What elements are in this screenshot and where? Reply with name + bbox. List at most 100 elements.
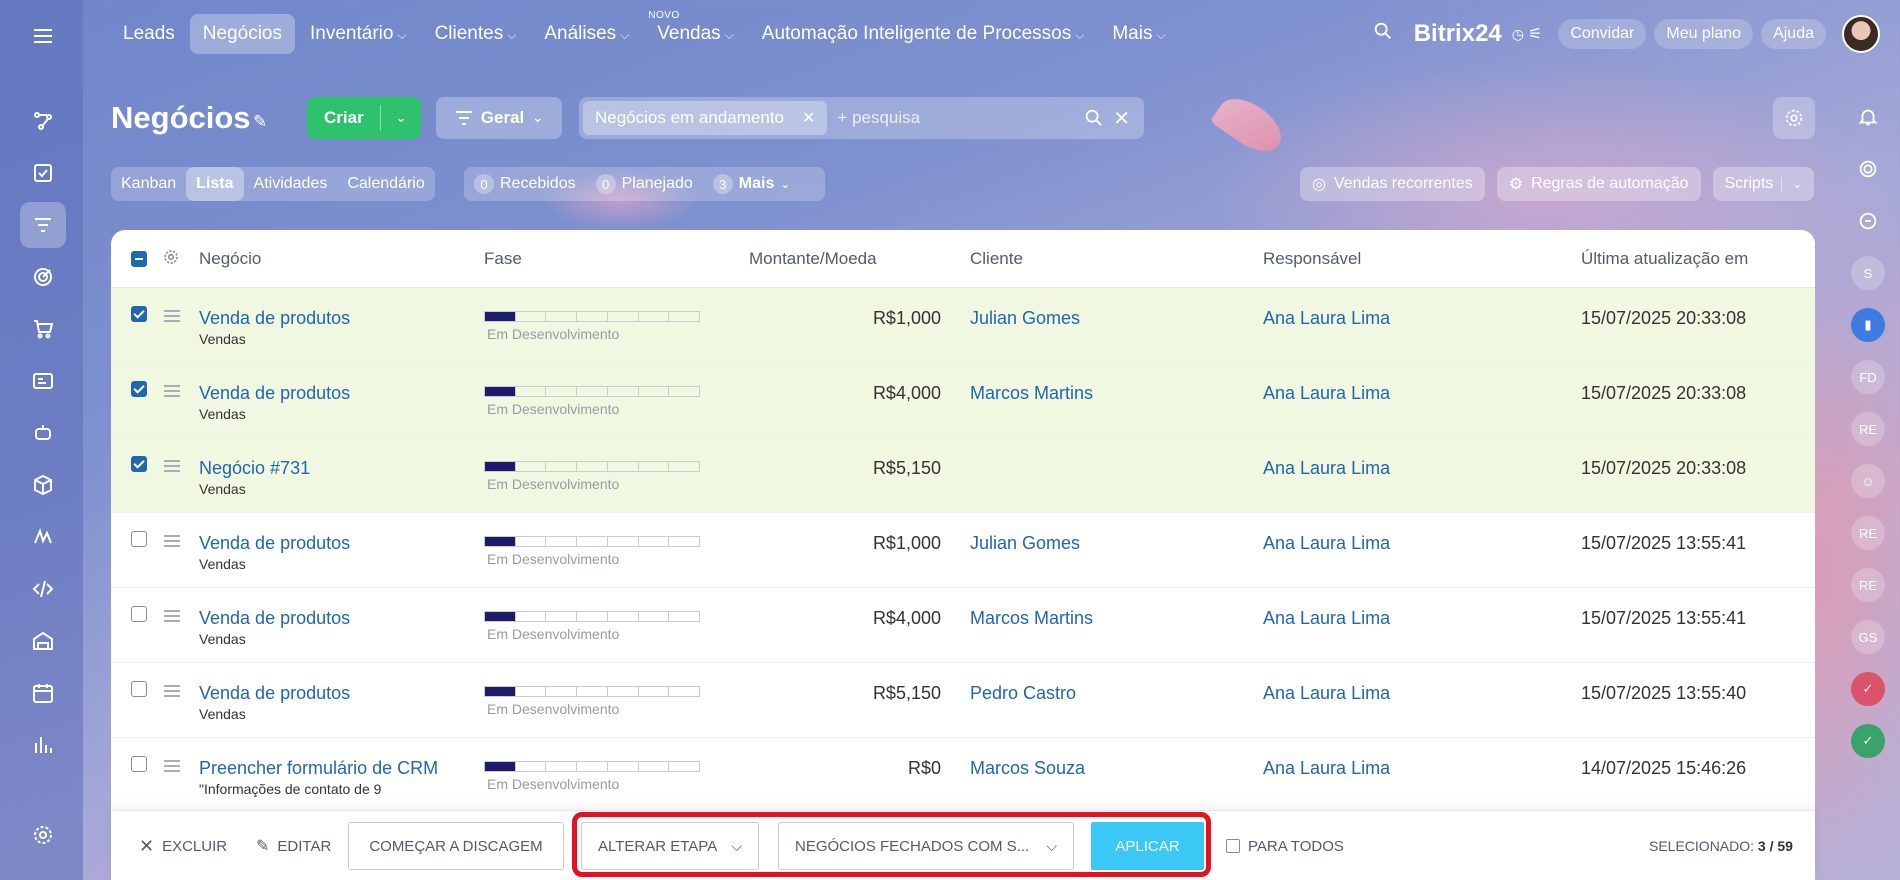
drag-handle-icon[interactable] — [164, 610, 180, 622]
create-button[interactable]: Criar ⌄ — [307, 97, 421, 139]
deal-title-link[interactable]: Venda de produtos — [199, 608, 350, 629]
tab-atividades[interactable]: Atividades — [244, 167, 338, 201]
filter-search-box[interactable]: Negócios em andamento ✕ + pesquisa ✕ — [579, 97, 1144, 139]
filter-chip[interactable]: Negócios em andamento ✕ — [583, 101, 828, 135]
gear-icon[interactable] — [20, 812, 66, 858]
my-plan-button[interactable]: Meu plano — [1654, 19, 1754, 49]
nav-mais[interactable]: Mais ⌵ — [1099, 14, 1178, 54]
client-link[interactable]: Pedro Castro — [970, 683, 1076, 704]
rail-avatar-fd[interactable]: FD — [1851, 360, 1885, 394]
stage-progress[interactable] — [484, 536, 700, 547]
drag-handle-icon[interactable] — [164, 460, 180, 472]
rail-avatar-bot[interactable]: ☺ — [1851, 464, 1885, 498]
stage-progress[interactable] — [484, 686, 700, 697]
row-checkbox[interactable] — [131, 456, 147, 472]
clock-icon[interactable]: ◷ — [1512, 26, 1524, 43]
client-link[interactable]: Julian Gomes — [970, 533, 1080, 554]
search-icon[interactable] — [1083, 107, 1105, 129]
nav-inventario[interactable]: Inventário ⌵ — [297, 14, 420, 54]
chat-icon[interactable] — [1851, 204, 1885, 238]
table-row[interactable]: Venda de produtos Vendas Em Desenvolviment… — [111, 363, 1815, 438]
responsible-link[interactable]: Ana Laura Lima — [1263, 383, 1390, 404]
sliders-icon[interactable]: ⚟ — [1528, 24, 1542, 44]
chart-icon[interactable] — [20, 722, 66, 768]
drag-handle-icon[interactable] — [164, 310, 180, 322]
table-row[interactable]: Preencher formulário de CRM "Informações … — [111, 738, 1815, 810]
gear-icon[interactable] — [162, 248, 180, 271]
edit-button[interactable]: ✎ EDITAR — [256, 811, 331, 880]
nav-leads[interactable]: Leads — [110, 14, 188, 54]
stage-progress[interactable] — [484, 611, 700, 622]
row-checkbox[interactable] — [131, 531, 147, 547]
rail-avatar-re-2[interactable]: RE — [1851, 516, 1885, 550]
contact-card-icon[interactable] — [20, 358, 66, 404]
rail-avatar-s[interactable]: S — [1851, 256, 1885, 290]
table-row[interactable]: Negócio #731 Vendas Em Desenvolvimento R$5,… — [111, 438, 1815, 513]
checkbox[interactable] — [1226, 839, 1240, 853]
counter-mais[interactable]: 3 Mais ⌄ — [712, 174, 790, 194]
drag-handle-icon[interactable] — [164, 535, 180, 547]
tab-lista[interactable]: Lista — [186, 167, 244, 201]
tab-calendario[interactable]: Calendário — [337, 167, 434, 201]
delete-button[interactable]: ✕ EXCLUIR — [139, 811, 227, 880]
table-row[interactable]: Venda de produtos Vendas Em Desenvolviment… — [111, 663, 1815, 738]
nav-vendas[interactable]: NOVO Vendas ⌵ — [644, 10, 747, 54]
responsible-link[interactable]: Ana Laura Lima — [1263, 683, 1390, 704]
calendar-check-icon[interactable]: ✓ — [1851, 672, 1885, 706]
rail-avatar-re-3[interactable]: RE — [1851, 568, 1885, 602]
nav-automacao[interactable]: Automação Inteligente de Processos ⌵ — [749, 14, 1098, 54]
bell-icon[interactable] — [1851, 100, 1885, 134]
pin-icon[interactable]: ✎ — [253, 112, 267, 132]
box-icon[interactable] — [20, 462, 66, 508]
nav-analises[interactable]: Análises ⌵ — [531, 14, 642, 54]
row-checkbox[interactable] — [131, 606, 147, 622]
client-link[interactable]: Julian Gomes — [970, 308, 1080, 329]
responsible-link[interactable]: Ana Laura Lima — [1263, 533, 1390, 554]
robot-icon[interactable] — [20, 410, 66, 456]
column-header-responsible[interactable]: Responsável — [1263, 230, 1361, 288]
client-link[interactable]: Marcos Martins — [970, 608, 1093, 629]
table-row[interactable]: Venda de produtos Vendas Em Desenvolviment… — [111, 288, 1815, 363]
for-all-checkbox[interactable]: PARA TODOS — [1226, 811, 1344, 880]
stage-progress[interactable] — [484, 461, 700, 472]
stage-progress[interactable] — [484, 386, 700, 397]
calendar-icon[interactable] — [20, 670, 66, 716]
check-icon[interactable]: ✓ — [1851, 724, 1885, 758]
deal-title-link[interactable]: Preencher formulário de CRM — [199, 758, 438, 779]
column-header-deal[interactable]: Negócio — [199, 230, 261, 288]
row-checkbox[interactable] — [131, 306, 147, 322]
responsible-link[interactable]: Ana Laura Lima — [1263, 608, 1390, 629]
deal-title-link[interactable]: Negócio #731 — [199, 458, 310, 479]
counter-planejado[interactable]: 0 Planejado — [595, 174, 693, 194]
nav-clientes[interactable]: Clientes ⌵ — [422, 14, 530, 54]
client-link[interactable]: Marcos Martins — [970, 383, 1093, 404]
column-header-stage[interactable]: Fase — [484, 230, 522, 288]
nav-negocios[interactable]: Negócios — [189, 14, 295, 54]
column-header-updated[interactable]: Última atualização em — [1581, 230, 1748, 288]
row-checkbox[interactable] — [131, 381, 147, 397]
deal-title-link[interactable]: Venda de produtos — [199, 383, 350, 404]
tab-kanban[interactable]: Kanban — [111, 167, 186, 201]
rail-avatar-gs[interactable]: GS — [1851, 620, 1885, 654]
responsible-link[interactable]: Ana Laura Lima — [1263, 308, 1390, 329]
search-icon[interactable] — [1372, 20, 1394, 48]
cart-icon[interactable] — [20, 306, 66, 352]
client-link[interactable]: Marcos Souza — [970, 758, 1085, 779]
deal-title-link[interactable]: Venda de produtos — [199, 683, 350, 704]
chevron-down-icon[interactable]: ⌄ — [381, 110, 421, 126]
invite-button[interactable]: Convidar — [1558, 19, 1647, 49]
stage-progress[interactable] — [484, 311, 700, 322]
start-dialing-button[interactable]: COMEÇAR A DISCAGEM — [348, 822, 564, 870]
tasks-icon[interactable] — [20, 150, 66, 196]
row-checkbox[interactable] — [131, 756, 147, 772]
table-row[interactable]: Venda de produtos Vendas Em Desenvolviment… — [111, 588, 1815, 663]
drag-handle-icon[interactable] — [164, 685, 180, 697]
column-header-amount[interactable]: Montante/Moeda — [749, 230, 877, 288]
row-checkbox[interactable] — [131, 681, 147, 697]
responsible-link[interactable]: Ana Laura Lima — [1263, 758, 1390, 779]
rail-avatar-re-1[interactable]: RE — [1851, 412, 1885, 446]
copilot-icon[interactable] — [1851, 152, 1885, 186]
code-icon[interactable] — [20, 566, 66, 612]
category-selector[interactable]: Geral ⌄ — [436, 97, 562, 139]
responsible-link[interactable]: Ana Laura Lima — [1263, 458, 1390, 479]
